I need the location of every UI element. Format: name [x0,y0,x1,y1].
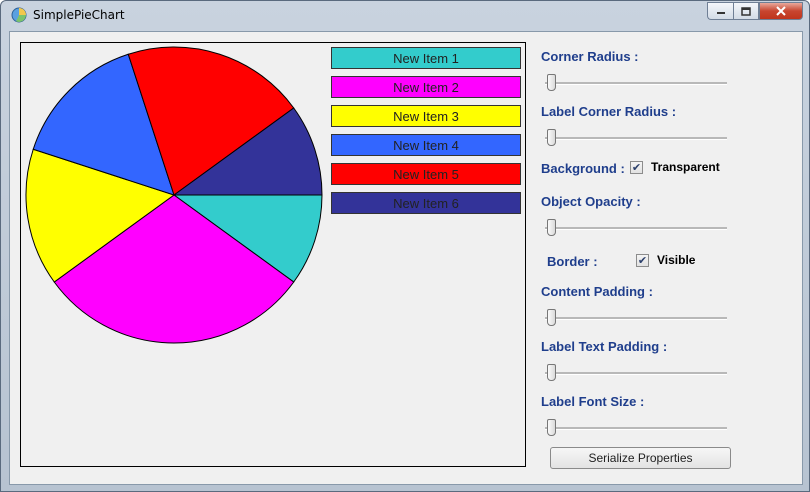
check-icon: ✔ [637,254,648,267]
transparent-checkbox-label: Transparent [651,160,720,174]
serialize-properties-button[interactable]: Serialize Properties [550,447,731,469]
slider-thumb[interactable] [547,219,556,236]
slider-track [545,137,727,140]
maximize-icon [741,6,751,16]
minimize-button[interactable] [707,2,733,20]
legend-item-2: New Item 2 [331,76,521,98]
label-corner-radius-label: Label Corner Radius : [541,104,677,119]
maximize-button[interactable] [733,2,759,20]
pie-chart [25,46,323,344]
slider-thumb[interactable] [547,74,556,91]
check-icon: ✔ [631,161,642,174]
slider-thumb[interactable] [547,129,556,146]
slider-track [545,372,727,375]
content-padding-label: Content Padding : [541,284,653,299]
label-corner-radius-slider[interactable] [545,128,727,148]
title-bar[interactable]: SimplePieChart [1,1,809,29]
object-opacity-slider[interactable] [545,218,727,238]
close-icon [776,6,786,16]
background-transparent-checkbox[interactable]: ✔ [630,161,643,174]
background-label: Background : [541,161,625,176]
app-icon [11,7,27,23]
legend-item-6: New Item 6 [331,192,521,214]
slider-thumb[interactable] [547,364,556,381]
minimize-icon [716,12,725,14]
object-opacity-label: Object Opacity : [541,194,641,209]
border-label: Border : [547,254,598,269]
legend-item-3: New Item 3 [331,105,521,127]
slider-track [545,427,727,430]
label-font-size-label: Label Font Size : [541,394,645,409]
legend-item-4: New Item 4 [331,134,521,156]
slider-thumb[interactable] [547,309,556,326]
slider-thumb[interactable] [547,419,556,436]
close-button[interactable] [759,2,803,20]
slider-track [545,317,727,320]
content-padding-slider[interactable] [545,308,727,328]
label-text-padding-slider[interactable] [545,363,727,383]
legend-item-1: New Item 1 [331,47,521,69]
slider-track [545,227,727,230]
corner-radius-slider[interactable] [545,73,727,93]
corner-radius-label: Corner Radius : [541,49,639,64]
label-text-padding-label: Label Text Padding : [541,339,668,354]
label-font-size-slider[interactable] [545,418,727,438]
visible-checkbox-label: Visible [657,253,696,267]
slider-track [545,82,727,85]
border-visible-checkbox[interactable]: ✔ [636,254,649,267]
window-title: SimplePieChart [33,8,125,22]
legend-item-5: New Item 5 [331,163,521,185]
